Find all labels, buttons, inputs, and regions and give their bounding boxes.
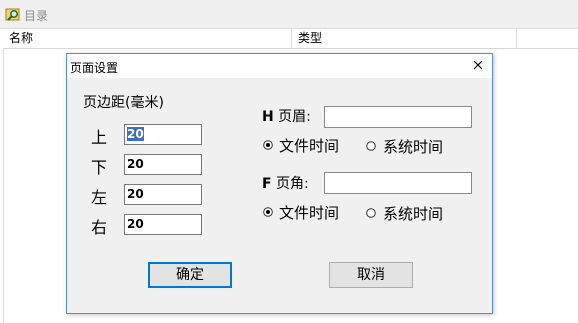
header-system-time-radio[interactable] <box>366 141 376 151</box>
margin-top-input[interactable]: 20 <box>124 124 202 145</box>
close-icon[interactable] <box>470 57 486 73</box>
header-file-time-radio[interactable] <box>263 140 273 150</box>
margin-right-input[interactable]: 20 <box>124 214 202 235</box>
toolbar-directory-label[interactable]: 目录 <box>24 7 48 24</box>
footer-label: F 页角: <box>262 173 309 193</box>
header-key: H <box>262 109 274 125</box>
header-system-time-label[interactable]: 系统时间 <box>383 136 443 157</box>
header-file-time-label[interactable]: 文件时间 <box>279 135 339 156</box>
footer-system-time-label[interactable]: 系统时间 <box>383 203 443 224</box>
cancel-button[interactable]: 取消 <box>329 262 413 288</box>
footer-file-time-label[interactable]: 文件时间 <box>279 202 339 223</box>
margins-group-title: 页边距(毫米) <box>83 95 164 111</box>
header-input[interactable] <box>324 106 472 128</box>
list-header: 名称 类型 <box>3 29 578 49</box>
page-setup-dialog: 页面设置 页边距(毫米) 上 20 下 20 左 20 右 20 H 页眉: 文… <box>66 53 493 314</box>
footer-label-text: 页角: <box>276 176 309 192</box>
footer-system-time-radio[interactable] <box>366 208 376 218</box>
margin-top-label: 上 <box>91 128 108 147</box>
margin-bottom-input[interactable]: 20 <box>124 154 202 175</box>
ok-button[interactable]: 确定 <box>148 262 232 288</box>
column-header-name[interactable]: 名称 <box>3 29 292 48</box>
column-header-extra[interactable] <box>517 29 578 48</box>
header-label: H 页眉: <box>262 106 311 126</box>
footer-file-time-radio[interactable] <box>263 207 273 217</box>
header-label-text: 页眉: <box>278 109 311 125</box>
footer-input[interactable] <box>324 172 472 194</box>
margin-left-input[interactable]: 20 <box>124 184 202 205</box>
margin-left-label: 左 <box>91 188 108 207</box>
folder-search-icon[interactable] <box>5 6 21 22</box>
margin-bottom-label: 下 <box>91 158 108 177</box>
dialog-title: 页面设置 <box>70 61 119 75</box>
column-header-type[interactable]: 类型 <box>292 29 517 48</box>
margin-top-value: 20 <box>127 127 144 141</box>
toolbar: 目录 <box>0 0 578 29</box>
dialog-titlebar[interactable]: 页面设置 <box>67 54 492 78</box>
footer-key: F <box>262 176 272 192</box>
margin-right-label: 右 <box>91 218 108 237</box>
